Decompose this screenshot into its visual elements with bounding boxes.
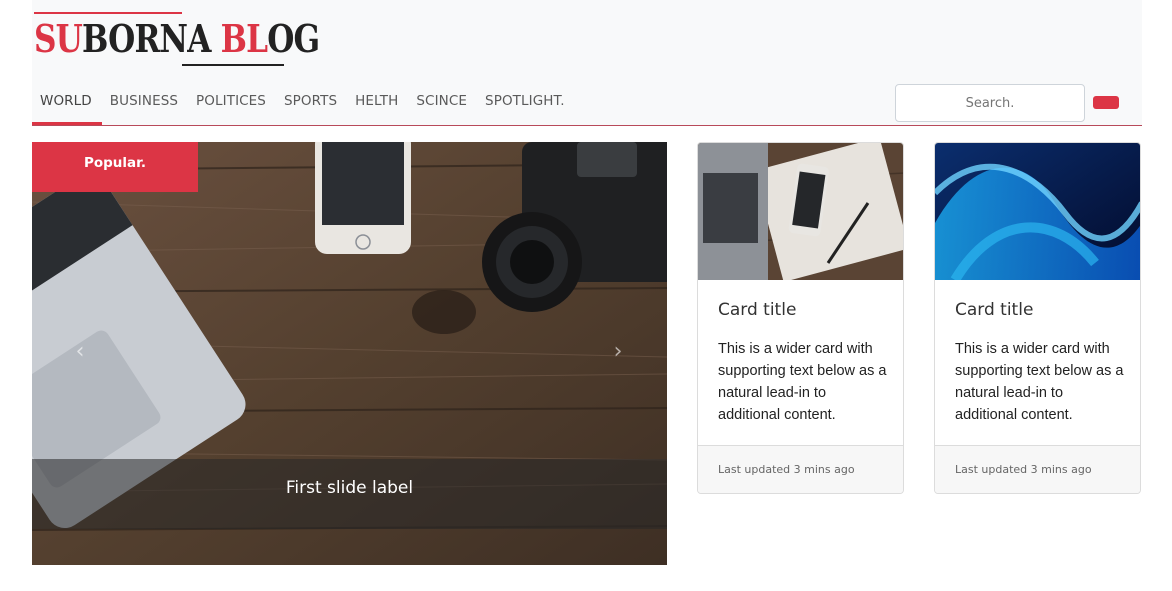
article-card[interactable]: Card title This is a wider card with sup…: [697, 142, 904, 494]
logo-text: SUBORNA BLOG: [34, 16, 320, 62]
hero-carousel: Popular. ‹ › First slide label: [32, 142, 667, 565]
slide-caption: First slide label: [285, 478, 414, 498]
nav-item-helth[interactable]: HELTH: [347, 86, 408, 125]
logo-text-part: SU: [34, 16, 83, 61]
nav-item-sports[interactable]: SPORTS: [276, 86, 347, 125]
logo-text-part: BORNA: [82, 16, 221, 61]
card-updated-text: Last updated 3 mins ago: [955, 463, 1092, 476]
popular-badge: Popular.: [32, 142, 198, 192]
article-card[interactable]: Card title This is a wider card with sup…: [934, 142, 1141, 494]
card-title: Card title: [718, 300, 797, 320]
main-nav: WORLD BUSINESS POLITICES SPORTS HELTH SC…: [32, 86, 575, 126]
card-image: [698, 143, 903, 280]
search-button[interactable]: [1093, 96, 1119, 109]
nav-item-business[interactable]: BUSINESS: [102, 86, 188, 125]
card-updated-text: Last updated 3 mins ago: [718, 463, 855, 476]
nav-item-politices[interactable]: POLITICES: [188, 86, 276, 125]
card-footer: Last updated 3 mins ago: [698, 445, 903, 493]
card-text: This is a wider card with supporting tex…: [955, 341, 1124, 423]
logo-text-part: BL: [220, 16, 268, 61]
logo-underline-top: [34, 12, 182, 14]
card-image: [935, 143, 1140, 280]
card-footer: Last updated 3 mins ago: [935, 445, 1140, 493]
nav-item-spotlight[interactable]: SPOTLIGHT.: [477, 86, 575, 125]
logo-text-part: OG: [267, 16, 320, 61]
chevron-right-icon[interactable]: ›: [608, 340, 628, 364]
card-title: Card title: [955, 300, 1034, 320]
logo-underline-bottom: [182, 64, 284, 66]
search-input[interactable]: [895, 84, 1085, 122]
nav-item-world[interactable]: WORLD: [32, 86, 102, 125]
nav-item-scince[interactable]: SCINCE: [408, 86, 477, 125]
site-header: SUBORNA BLOG WORLD BUSINESS POLITICES SP…: [32, 0, 1142, 126]
chevron-left-icon[interactable]: ‹: [70, 340, 90, 364]
card-text: This is a wider card with supporting tex…: [718, 341, 887, 423]
